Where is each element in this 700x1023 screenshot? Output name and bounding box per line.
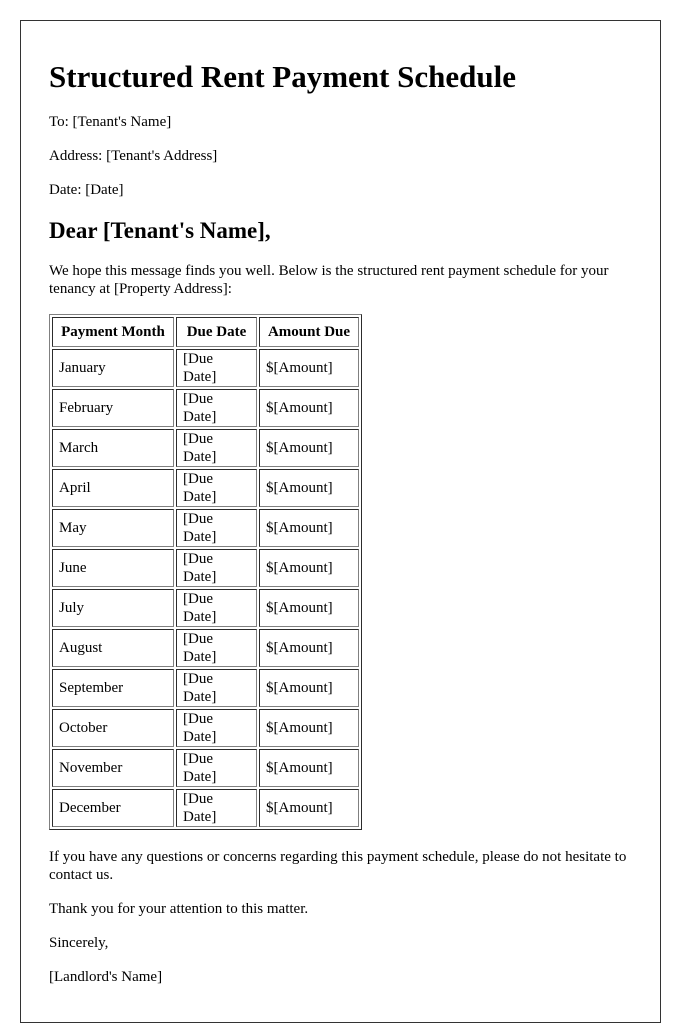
table-row: October [Due Date] $[Amount] xyxy=(52,709,359,748)
cell-amount-due: $[Amount] xyxy=(259,789,359,828)
cell-payment-month: February xyxy=(52,389,174,428)
cell-due-date: [Due Date] xyxy=(176,629,257,668)
cell-amount-due: $[Amount] xyxy=(259,469,359,508)
signature: [Landlord's Name] xyxy=(49,969,163,986)
table-body: January [Due Date] $[Amount] February [Due D… xyxy=(52,349,359,828)
cell-due-date: [Due Date] xyxy=(176,669,257,708)
document-title: Structured Rent Payment Schedule xyxy=(49,59,516,94)
recipient-address-line: Address: [Tenant's Address] xyxy=(49,147,218,164)
cell-payment-month: May xyxy=(52,509,174,548)
table-row: May [Due Date] $[Amount] xyxy=(52,509,359,548)
cell-amount-due: $[Amount] xyxy=(259,549,359,588)
cell-amount-due: $[Amount] xyxy=(259,629,359,668)
cell-payment-month: December xyxy=(52,789,174,828)
cell-payment-month: April xyxy=(52,469,174,508)
cell-payment-month: March xyxy=(52,429,174,468)
table-row: November [Due Date] $[Amount] xyxy=(52,749,359,788)
cell-due-date: [Due Date] xyxy=(176,709,257,748)
date-line: Date: [Date] xyxy=(49,181,124,198)
cell-amount-due: $[Amount] xyxy=(259,589,359,628)
cell-payment-month: January xyxy=(52,349,174,388)
table-row: June [Due Date] $[Amount] xyxy=(52,549,359,588)
cell-payment-month: October xyxy=(52,709,174,748)
cell-payment-month: June xyxy=(52,549,174,588)
cell-amount-due: $[Amount] xyxy=(259,709,359,748)
closing: Sincerely, xyxy=(49,935,109,952)
cell-payment-month: July xyxy=(52,589,174,628)
table-row: February [Due Date] $[Amount] xyxy=(52,389,359,428)
table-row: March [Due Date] $[Amount] xyxy=(52,429,359,468)
table-row: July [Due Date] $[Amount] xyxy=(52,589,359,628)
cell-amount-due: $[Amount] xyxy=(259,349,359,388)
header-due-date: Due Date xyxy=(176,317,257,348)
questions-paragraph: If you have any questions or concerns re… xyxy=(49,849,627,884)
table-row: September [Due Date] $[Amount] xyxy=(52,669,359,708)
cell-amount-due: $[Amount] xyxy=(259,429,359,468)
header-amount-due: Amount Due xyxy=(259,317,359,348)
cell-due-date: [Due Date] xyxy=(176,789,257,828)
table-header-row: Payment Month Due Date Amount Due xyxy=(52,317,359,348)
intro-paragraph: We hope this message finds you well. Bel… xyxy=(49,263,609,298)
cell-due-date: [Due Date] xyxy=(176,549,257,588)
cell-payment-month: September xyxy=(52,669,174,708)
recipient-name-line: To: [Tenant's Name] xyxy=(49,113,172,130)
cell-due-date: [Due Date] xyxy=(176,589,257,628)
table-row: December [Due Date] $[Amount] xyxy=(52,789,359,828)
cell-amount-due: $[Amount] xyxy=(259,749,359,788)
table-row: January [Due Date] $[Amount] xyxy=(52,349,359,388)
cell-due-date: [Due Date] xyxy=(176,749,257,788)
table-row: August [Due Date] $[Amount] xyxy=(52,629,359,668)
cell-amount-due: $[Amount] xyxy=(259,509,359,548)
cell-payment-month: November xyxy=(52,749,174,788)
cell-due-date: [Due Date] xyxy=(176,469,257,508)
cell-payment-month: August xyxy=(52,629,174,668)
header-payment-month: Payment Month xyxy=(52,317,174,348)
payment-schedule-table: Payment Month Due Date Amount Due Januar… xyxy=(49,314,362,831)
cell-due-date: [Due Date] xyxy=(176,389,257,428)
table-row: April [Due Date] $[Amount] xyxy=(52,469,359,508)
cell-amount-due: $[Amount] xyxy=(259,389,359,428)
cell-due-date: [Due Date] xyxy=(176,509,257,548)
cell-amount-due: $[Amount] xyxy=(259,669,359,708)
cell-due-date: [Due Date] xyxy=(176,429,257,468)
thanks-paragraph: Thank you for your attention to this mat… xyxy=(49,901,309,918)
salutation: Dear [Tenant's Name], xyxy=(49,217,271,243)
letter-container: Structured Rent Payment Schedule To: [Te… xyxy=(20,20,661,1023)
cell-due-date: [Due Date] xyxy=(176,349,257,388)
